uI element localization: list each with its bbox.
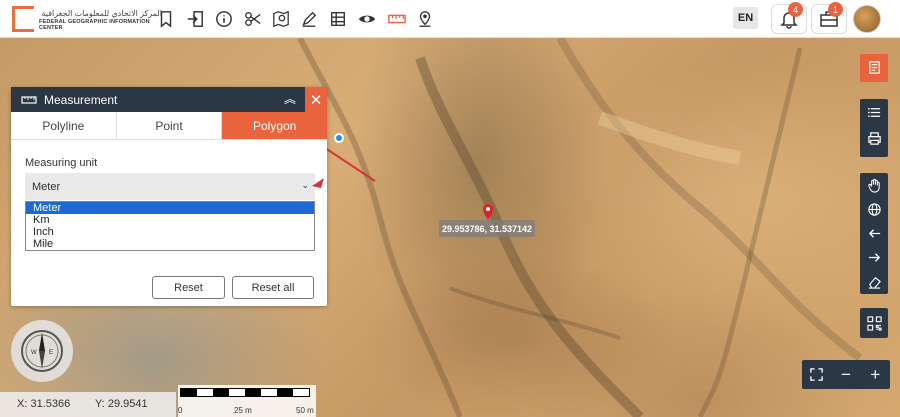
fgic-logo[interactable]: المركز الاتحادي للمعلومات الجغرافية FEDE… [12, 5, 162, 33]
marker-coordinates-label: 29.953786, 31.537142 [439, 220, 535, 237]
measurement-tabs: Polyline Point Polygon [11, 112, 328, 140]
fullscreen-icon[interactable] [802, 360, 831, 389]
pan-hand-icon[interactable] [860, 173, 888, 197]
list-icon[interactable] [860, 99, 888, 125]
eraser-icon[interactable] [860, 270, 888, 294]
tab-point[interactable]: Point [117, 112, 223, 139]
scale-label-0: 0 [178, 406, 183, 415]
close-icon[interactable]: ✕ [305, 87, 327, 112]
reset-all-button[interactable]: Reset all [232, 276, 314, 299]
bookmark-icon[interactable] [155, 8, 177, 30]
unit-option-mile[interactable]: Mile [26, 238, 314, 250]
scale-bar-graphic [180, 388, 310, 397]
scissors-icon[interactable] [242, 8, 264, 30]
reset-button[interactable]: Reset [152, 276, 225, 299]
notifications-button[interactable]: 4 [771, 2, 807, 34]
briefcase-badge: 1 [828, 2, 843, 17]
cursor-x-value: X: 31.5366 [17, 398, 71, 410]
svg-text:E: E [49, 350, 53, 356]
document-icon [860, 54, 888, 80]
measuring-unit-label: Measuring unit [25, 157, 98, 169]
globe-icon[interactable] [860, 197, 888, 221]
scale-label-50: 50 m [296, 406, 314, 415]
draw-icon[interactable] [298, 8, 320, 30]
cursor-y-value: Y: 29.9541 [95, 398, 148, 410]
map-search-icon[interactable] [270, 8, 292, 30]
panel-title: Measurement [44, 92, 118, 107]
unit-option-meter[interactable]: Meter [26, 202, 314, 214]
qr-code-button[interactable] [860, 308, 888, 338]
panel-header: Measurement ︽ ✕ [11, 87, 327, 112]
unit-option-inch[interactable]: Inch [26, 226, 314, 238]
ruler-icon [21, 95, 37, 104]
arrow-left-icon[interactable] [860, 221, 888, 245]
logo-english-text: FEDERAL GEOGRAPHIC INFORMATION CENTER [38, 18, 150, 31]
legend-button[interactable] [860, 54, 888, 82]
tab-polygon[interactable]: Polygon [222, 112, 328, 139]
eye-icon[interactable] [356, 8, 378, 30]
layer-controls [860, 99, 888, 157]
zoom-controls: − + [802, 360, 890, 389]
location-pin-icon[interactable] [414, 8, 436, 30]
chevron-down-icon: ⌄ [301, 180, 309, 190]
measuring-unit-select[interactable]: Meter ⌄ [25, 173, 315, 200]
location-dot[interactable] [334, 133, 344, 143]
scale-bar: 0 25 m 50 m [178, 385, 316, 417]
print-icon[interactable] [860, 125, 888, 151]
collapse-chevron-icon[interactable]: ︽ [283, 92, 297, 106]
briefcase-button[interactable]: 1 [811, 2, 847, 34]
selected-unit-value: Meter [32, 180, 61, 193]
top-toolbar: المركز الاتحادي للمعلومات الجغرافية FEDE… [0, 0, 900, 38]
notifications-badge: 4 [788, 2, 803, 17]
scale-label-25: 25 m [234, 406, 252, 415]
login-icon[interactable] [184, 8, 206, 30]
svg-text:W: W [31, 350, 37, 356]
logo-mark-icon [12, 6, 34, 32]
language-toggle-button[interactable]: EN [733, 7, 758, 29]
unit-option-km[interactable]: Km [26, 214, 314, 226]
map-pin-icon[interactable] [482, 204, 494, 220]
logo-arabic-text: المركز الاتحادي للمعلومات الجغرافية [41, 8, 162, 18]
measurement-panel: Measurement ︽ ✕ Polyline Point Polygon M… [11, 87, 328, 306]
unit-dropdown-list: Meter Km Inch Mile [25, 201, 315, 251]
table-icon[interactable] [327, 8, 349, 30]
measure-icon[interactable] [386, 8, 408, 30]
compass-icon: W E [21, 330, 63, 372]
navigation-controls [860, 173, 888, 294]
user-avatar[interactable] [853, 5, 881, 33]
cursor-coordinates: X: 31.5366 Y: 29.9541 [0, 392, 176, 417]
compass-widget[interactable]: W E [11, 320, 73, 382]
annotation-arrowhead-icon [312, 178, 324, 188]
zoom-out-button[interactable]: − [831, 360, 860, 389]
tab-polyline[interactable]: Polyline [11, 112, 117, 139]
qr-code-icon [860, 308, 888, 338]
arrow-right-icon[interactable] [860, 246, 888, 270]
info-icon[interactable] [213, 8, 235, 30]
zoom-in-button[interactable]: + [861, 360, 890, 389]
